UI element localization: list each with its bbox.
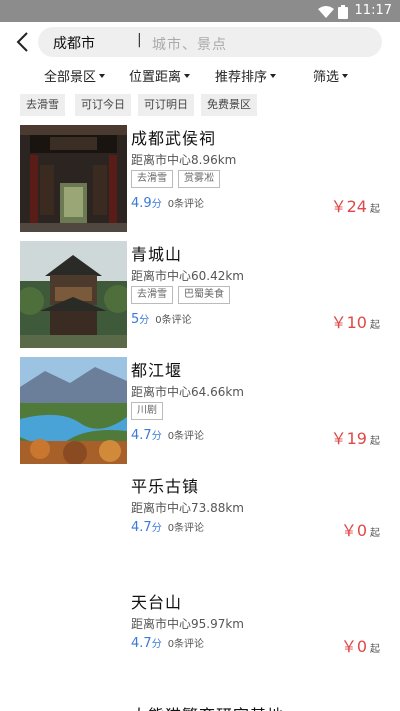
filter-bar: 全部景区 位置距离 推荐排序 筛选 [0, 62, 400, 88]
spot-rating: 4.7分 0条评论 [131, 519, 204, 535]
caret-down-icon [184, 73, 191, 78]
spot-tag: 去滑雪 [131, 170, 173, 188]
spot-price: ￥19 起 [331, 425, 380, 449]
price-value: ￥0 [340, 637, 367, 656]
spot-name: 平乐古镇 [131, 477, 200, 496]
quick-tag-free[interactable]: 免费景区 [201, 94, 257, 116]
spot-score: 4.7分 [131, 636, 162, 651]
spot-tags: 去滑雪 巴蜀美食 [131, 286, 230, 306]
spot-price: ￥10 起 [331, 309, 380, 333]
spot-price: ￥24 起 [331, 193, 380, 217]
status-time: 11:17 [354, 3, 392, 18]
status-bar: 11:17 [0, 0, 400, 22]
quick-tag-ski[interactable]: 去滑雪 [20, 94, 65, 116]
spot-score: 4.7分 [131, 428, 162, 443]
spot-price: ￥0 起 [341, 517, 380, 541]
price-value: ￥0 [340, 521, 367, 540]
spot-name: 天台山 [131, 593, 183, 612]
list-item[interactable]: 青城山 距离市中心60.42km 去滑雪 巴蜀美食 5分 0条评论 ￥10 起 [0, 241, 400, 359]
spot-reviews: 0条评论 [167, 523, 205, 534]
spot-rating: 4.9分 0条评论 [131, 195, 204, 211]
filter-screen[interactable]: 筛选 [313, 66, 349, 85]
filter-all-spots[interactable]: 全部景区 [44, 66, 106, 85]
top-bar: 成都市 | 城市、景点 [0, 22, 400, 62]
spot-thumbnail [20, 357, 127, 464]
battery-icon [338, 5, 348, 19]
quick-tag-today[interactable]: 可订今日 [75, 94, 131, 116]
search-separator: | [137, 32, 142, 48]
search-bar[interactable]: 成都市 | 城市、景点 [38, 27, 382, 57]
spot-reviews: 0条评论 [167, 199, 205, 210]
chevron-left-icon[interactable] [12, 30, 34, 54]
wifi-icon [318, 6, 334, 18]
spot-tag: 川剧 [131, 402, 163, 420]
spot-score: 5分 [131, 312, 150, 327]
filter-label: 位置距离 [129, 70, 182, 85]
price-value: ￥10 [330, 313, 367, 332]
spot-distance: 距离市中心73.88km [131, 501, 244, 515]
spot-distance: 距离市中心60.42km [131, 269, 244, 283]
spot-name: 成都武侯祠 [131, 129, 217, 148]
quick-tag-tomorrow[interactable]: 可订明日 [138, 94, 194, 116]
quick-tag-row: 去滑雪 可订今日 可订明日 免费景区 [0, 94, 400, 118]
spot-distance: 距离市中心95.97km [131, 617, 244, 631]
list-item[interactable]: 都江堰 距离市中心64.66km 川剧 4.7分 0条评论 ￥19 起 [0, 357, 400, 475]
price-suffix: 起 [370, 528, 380, 539]
filter-sort[interactable]: 推荐排序 [215, 66, 277, 85]
spot-reviews: 0条评论 [167, 639, 205, 650]
spot-rating: 4.7分 0条评论 [131, 635, 204, 651]
spot-reviews: 0条评论 [167, 431, 205, 442]
price-suffix: 起 [370, 320, 380, 331]
status-icons [318, 5, 348, 19]
filter-label: 筛选 [313, 70, 340, 85]
list-item[interactable]: 平乐古镇 距离市中心73.88km 4.7分 0条评论 ￥0 起 [0, 473, 400, 591]
spot-thumbnail [20, 125, 127, 232]
spot-name-partial[interactable]: 大熊猫繁育研究基地 [131, 702, 284, 711]
price-suffix: 起 [370, 644, 380, 655]
price-value: ￥19 [330, 429, 367, 448]
spot-score: 4.7分 [131, 520, 162, 535]
spot-name: 都江堰 [131, 361, 183, 380]
city-selector[interactable]: 成都市 [53, 33, 95, 53]
price-suffix: 起 [370, 436, 380, 447]
spot-score: 4.9分 [131, 196, 162, 211]
spot-tag: 巴蜀美食 [178, 286, 230, 304]
spot-tag: 赏雾凇 [178, 170, 220, 188]
filter-label: 全部景区 [44, 70, 97, 85]
spot-tags: 去滑雪 赏雾凇 [131, 170, 220, 190]
filter-label: 推荐排序 [215, 70, 268, 85]
spot-thumbnail [20, 241, 127, 348]
caret-down-icon [342, 73, 349, 78]
price-suffix: 起 [370, 204, 380, 215]
spot-rating: 4.7分 0条评论 [131, 427, 204, 443]
list-item[interactable]: 成都武侯祠 距离市中心8.96km 去滑雪 赏雾凇 4.9分 0条评论 ￥24 … [0, 125, 400, 243]
spot-tag: 去滑雪 [131, 286, 173, 304]
list-item[interactable]: 天台山 距离市中心95.97km 4.7分 0条评论 ￥0 起 [0, 589, 400, 707]
spot-name: 青城山 [131, 245, 183, 264]
search-input[interactable]: 城市、景点 [152, 34, 227, 54]
spot-distance: 距离市中心8.96km [131, 153, 237, 167]
spot-price: ￥0 起 [341, 633, 380, 657]
price-value: ￥24 [330, 197, 367, 216]
spot-distance: 距离市中心64.66km [131, 385, 244, 399]
spot-reviews: 0条评论 [155, 315, 192, 326]
caret-down-icon [270, 73, 277, 78]
spot-tags: 川剧 [131, 402, 163, 422]
caret-down-icon [99, 73, 106, 78]
filter-distance[interactable]: 位置距离 [129, 66, 191, 85]
spot-rating: 5分 0条评论 [131, 311, 192, 327]
